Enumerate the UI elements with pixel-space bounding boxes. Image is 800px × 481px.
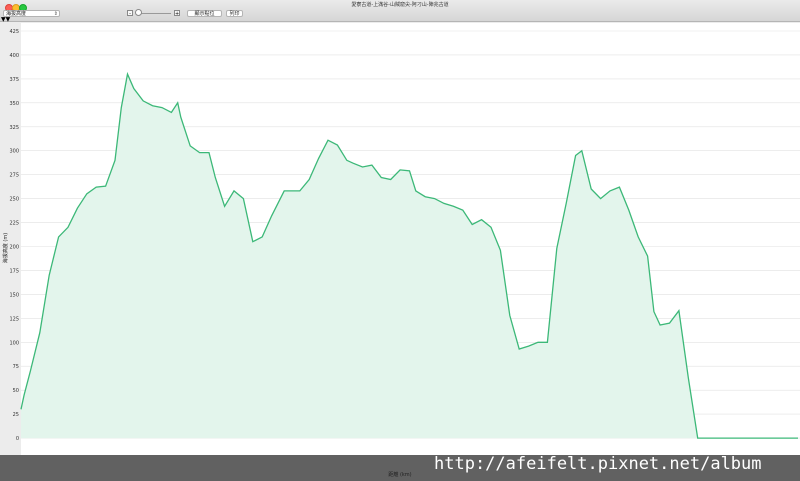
y-tick-label: 325	[9, 125, 19, 131]
y-tick-label: 350	[9, 101, 19, 107]
show-waypoints-button[interactable]: 顯示點位	[187, 10, 222, 17]
profile-type-select[interactable]: 海拔高度 ⇕	[3, 10, 60, 17]
zoom-out-button[interactable]: -	[127, 10, 133, 17]
y-tick-label: 400	[9, 53, 19, 59]
y-tick-label: 425	[9, 29, 19, 35]
y-tick-label: 250	[9, 197, 19, 203]
elevation-chart: 4254003753503253002752502252001751501251…	[2, 23, 800, 455]
y-tick-label: 125	[9, 316, 19, 322]
y-tick-label: 375	[9, 77, 19, 83]
y-tick-label: 200	[9, 245, 19, 251]
y-tick-label: 50	[13, 388, 19, 394]
y-tick-label: 100	[9, 340, 19, 346]
zoom-in-button[interactable]: +	[174, 10, 180, 17]
window-title: 愛寮古道-上滿谷-山賊窟尖-阿刁山-陣兆古道	[351, 2, 449, 8]
y-tick-label: 175	[9, 268, 19, 274]
y-tick-label: 0	[16, 436, 19, 442]
y-axis-label: 海拔高度 (m)	[2, 233, 9, 263]
zoom-slider-thumb[interactable]	[135, 9, 142, 16]
chevron-updown-icon: ⇕	[53, 11, 58, 17]
window-titlebar: 愛寮古道-上滿谷-山賊窟尖-阿刁山-陣兆古道 海拔高度 ⇕ - + 顯示點位 列…	[0, 0, 800, 22]
y-tick-label: 275	[9, 173, 19, 179]
y-tick-label: 75	[13, 364, 19, 370]
y-tick-label: 225	[9, 221, 19, 227]
watermark-text: http://afeifelt.pixnet.net/album	[434, 454, 762, 474]
zoom-slider-track[interactable]	[137, 13, 171, 14]
y-tick-label: 150	[9, 292, 19, 298]
print-button[interactable]: 列印	[226, 10, 243, 17]
y-tick-label: 300	[9, 149, 19, 155]
y-tick-label: 25	[13, 412, 19, 418]
